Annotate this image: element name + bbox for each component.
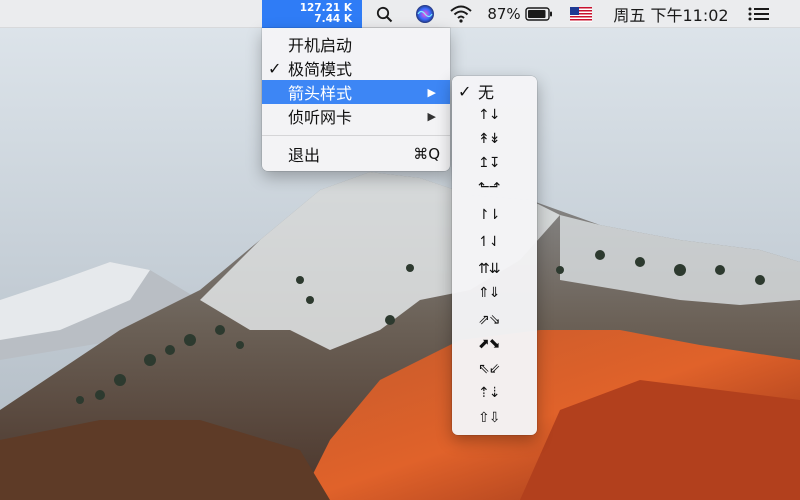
menu-item-minimal-mode[interactable]: ✓ 极简模式	[262, 56, 450, 80]
menu-item-label: 退出	[288, 146, 321, 165]
submenu-arrow-icon: ▶	[427, 109, 436, 123]
arrow-style-option[interactable]: ⇑⇓	[452, 281, 537, 305]
arrow-style-label: ⇡⇣	[478, 385, 500, 401]
menubar-clock[interactable]: 周五 下午11:02	[608, 0, 734, 28]
wifi-icon[interactable]	[446, 0, 476, 28]
arrow-style-label: ↾⇂	[478, 207, 500, 223]
menu-item-label: 箭头样式	[288, 84, 353, 103]
arrow-style-label: ↥↧	[478, 155, 500, 171]
arrow-style-option[interactable]: ↿⇃	[452, 230, 537, 254]
list-icon[interactable]	[744, 0, 774, 28]
arrow-style-option[interactable]: ↑↓	[452, 103, 537, 127]
arrow-style-label: ⇖⇙	[478, 361, 500, 377]
arrow-style-option[interactable]: ⇗⇘	[452, 308, 537, 332]
arrow-style-label: ⬈⬊	[478, 336, 500, 352]
arrow-style-label: ⇑⇓	[478, 285, 500, 301]
menu-item-quit[interactable]: 退出 ⌘Q	[262, 142, 450, 166]
arrow-style-label: ⇧⇩	[478, 410, 500, 426]
arrow-style-option[interactable]: ↾⇂	[452, 203, 537, 227]
menu-item-listen-interface[interactable]: 侦听网卡 ▶	[262, 104, 450, 128]
menu-separator	[262, 135, 450, 136]
status-item-menu: 开机启动 ✓ 极简模式 箭头样式 ▶ 侦听网卡 ▶ 退出 ⌘Q	[262, 28, 450, 171]
arrow-style-option[interactable]: ⬑⬏	[452, 175, 537, 199]
arrow-style-option[interactable]: ↟↡	[452, 127, 537, 151]
menu-item-launch-at-login[interactable]: 开机启动	[262, 32, 450, 56]
menu-bar: 127.21 K 7.44 K 87% 周五 下午11:02	[0, 0, 800, 28]
arrow-style-label: ⇗⇘	[478, 312, 500, 328]
battery-icon[interactable]	[522, 0, 556, 28]
siri-icon[interactable]	[412, 0, 438, 28]
menu-item-label: 开机启动	[288, 36, 353, 55]
arrow-style-label: ⇈⇊	[478, 261, 500, 277]
download-speed: 7.44 K	[314, 13, 352, 25]
menu-item-arrow-style[interactable]: 箭头样式 ▶	[262, 80, 450, 104]
arrow-style-label: 无	[478, 83, 495, 102]
arrow-style-option[interactable]: ⇡⇣	[452, 381, 537, 405]
arrow-style-option[interactable]: ↥↧	[452, 151, 537, 175]
battery-percentage[interactable]: 87%	[486, 0, 522, 28]
submenu-arrow-icon: ▶	[427, 85, 436, 99]
arrow-style-submenu: ✓ 无 ↑↓ ↟↡ ↥↧ ⬑⬏ ↾⇂ ↿⇃ ⇈⇊ ⇑⇓ ⇗⇘ ⬈⬊ ⇖⇙ ⇡⇣ …	[452, 76, 537, 435]
network-speed-status-item[interactable]: 127.21 K 7.44 K	[262, 0, 362, 28]
arrow-style-label: ↟↡	[478, 131, 500, 147]
menu-item-label: 极简模式	[288, 60, 353, 79]
arrow-style-option[interactable]: ⇧⇩	[452, 406, 537, 430]
us-flag-icon[interactable]	[568, 0, 594, 28]
arrow-style-option[interactable]: ⇈⇊	[452, 257, 537, 281]
checkmark-icon: ✓	[268, 58, 282, 78]
arrow-style-option[interactable]: ⇖⇙	[452, 357, 537, 381]
arrow-style-label: ↿⇃	[478, 234, 500, 250]
arrow-style-label: ⬑⬏	[478, 179, 500, 195]
arrow-style-option-none[interactable]: ✓ 无	[452, 79, 537, 103]
arrow-style-option[interactable]: ⬈⬊	[452, 332, 537, 356]
search-icon[interactable]	[372, 0, 396, 28]
arrow-style-label: ↑↓	[478, 107, 500, 123]
menu-item-label: 侦听网卡	[288, 108, 353, 127]
keyboard-shortcut: ⌘Q	[413, 145, 440, 163]
checkmark-icon: ✓	[458, 81, 472, 101]
